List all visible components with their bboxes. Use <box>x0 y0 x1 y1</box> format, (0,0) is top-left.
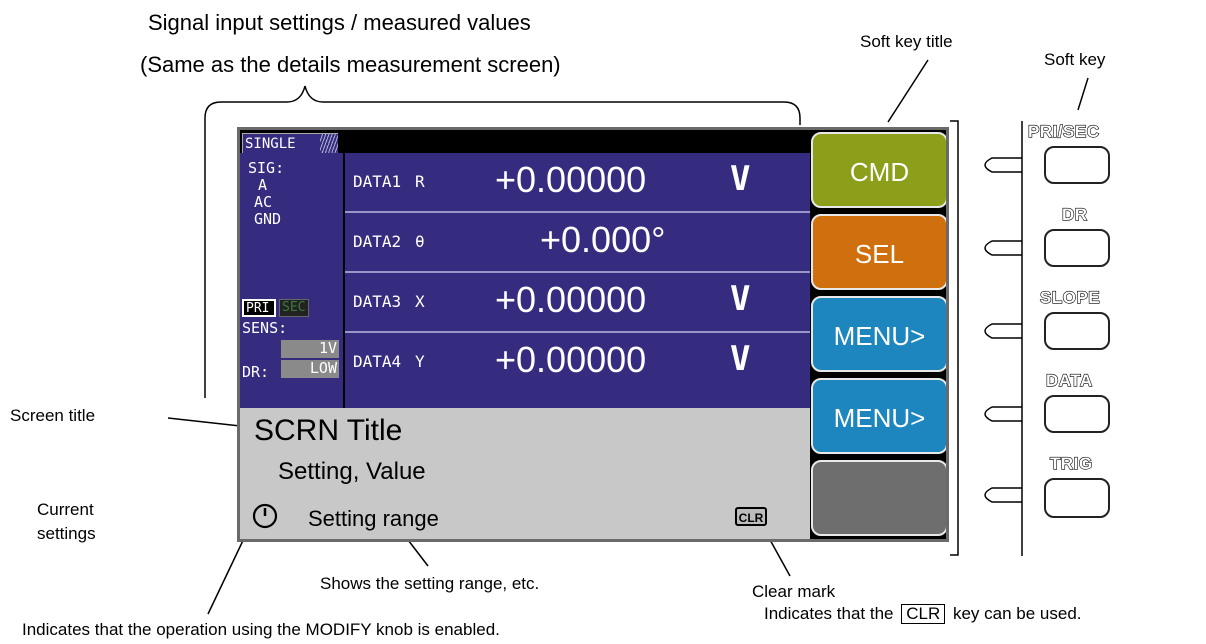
modify-knob-icon <box>252 503 278 529</box>
hw-label-trig: TRIG <box>1049 453 1093 473</box>
row-unit: V <box>730 159 751 199</box>
pri-tag: PRI <box>242 299 276 317</box>
row-unit: V <box>730 279 751 319</box>
softkey-menu-1[interactable]: MENU> <box>811 296 946 372</box>
row-unit: V <box>730 339 751 379</box>
data-row-2: DATA2 θ +0.000° <box>345 213 810 273</box>
softkey-menu-2[interactable]: MENU> <box>811 378 946 454</box>
setting-area: SCRN Title Setting, Value Setting range … <box>240 408 810 539</box>
row-symbol: R <box>415 172 425 191</box>
sig-ground: GND <box>254 210 282 228</box>
soft-key-leader <box>1077 77 1089 111</box>
data-row-3: DATA3 X +0.00000 V <box>345 273 810 333</box>
soft-key-title-leader <box>887 59 929 123</box>
setting-value: Setting, Value <box>278 458 426 485</box>
sens-label: SENS: <box>242 319 288 337</box>
sig-input: A <box>258 176 268 194</box>
connector-4 <box>984 406 1022 422</box>
clr-mark: CLR <box>735 507 767 526</box>
data-row-4: DATA4 Y +0.00000 V <box>345 333 810 408</box>
hw-label-dr: DR <box>1061 204 1088 224</box>
data-row-1: DATA1 R +0.00000 V <box>345 153 810 213</box>
hw-key-dr[interactable] <box>1044 229 1110 267</box>
row-value: +0.00000 <box>495 279 647 320</box>
row-label: DATA3 <box>353 292 402 311</box>
row-symbol: X <box>415 292 425 311</box>
scrn-title: SCRN Title <box>254 414 403 447</box>
connector-3 <box>984 323 1022 339</box>
row-symbol: Y <box>415 352 425 371</box>
lcd-screen: SINGLE SIG: A AC GND PRI SEC SENS: 1V DR… <box>237 127 949 542</box>
softkey-panel-bracket <box>950 120 959 556</box>
modify-knob-leader <box>207 529 249 615</box>
connector-5 <box>984 487 1022 503</box>
dr-value: LOW <box>281 360 339 378</box>
clear-mark-leader <box>768 537 791 577</box>
hw-key-pri-sec[interactable] <box>1044 146 1110 184</box>
sec-tag: SEC <box>279 299 309 317</box>
sig-coupling: AC <box>254 193 273 211</box>
row-value: +0.00000 <box>495 159 647 200</box>
sig-label: SIG: <box>248 159 285 177</box>
dr-label: DR: <box>242 363 270 381</box>
row-label: DATA4 <box>353 352 402 371</box>
mode-tab[interactable]: SINGLE <box>242 133 338 153</box>
hw-label-data: DATA <box>1045 370 1093 390</box>
connector-2 <box>984 240 1022 256</box>
setting-range: Setting range <box>308 506 439 531</box>
hw-label-pri-sec: PRI/SEC <box>1027 121 1100 141</box>
softkey-sel[interactable]: SEL <box>811 214 946 290</box>
signal-info-panel: SINGLE SIG: A AC GND PRI SEC SENS: 1V DR… <box>240 130 810 408</box>
row-symbol: θ <box>415 232 425 251</box>
row-value: +0.000° <box>540 219 666 260</box>
hw-key-trig[interactable] <box>1044 478 1110 518</box>
hw-key-slope[interactable] <box>1044 312 1110 350</box>
softkey-blank[interactable] <box>811 460 946 536</box>
data-topbar <box>345 130 810 153</box>
hw-key-data[interactable] <box>1044 395 1110 433</box>
row-label: DATA1 <box>353 172 402 191</box>
hw-label-slope: SLOPE <box>1039 287 1101 307</box>
row-label: DATA2 <box>353 232 402 251</box>
connector-1 <box>984 157 1022 173</box>
sens-value: 1V <box>281 340 339 358</box>
row-value: +0.00000 <box>495 339 647 380</box>
mode-tab-label: SINGLE <box>245 136 296 152</box>
softkey-cmd[interactable]: CMD <box>811 132 946 208</box>
tab-stripes <box>320 134 338 153</box>
